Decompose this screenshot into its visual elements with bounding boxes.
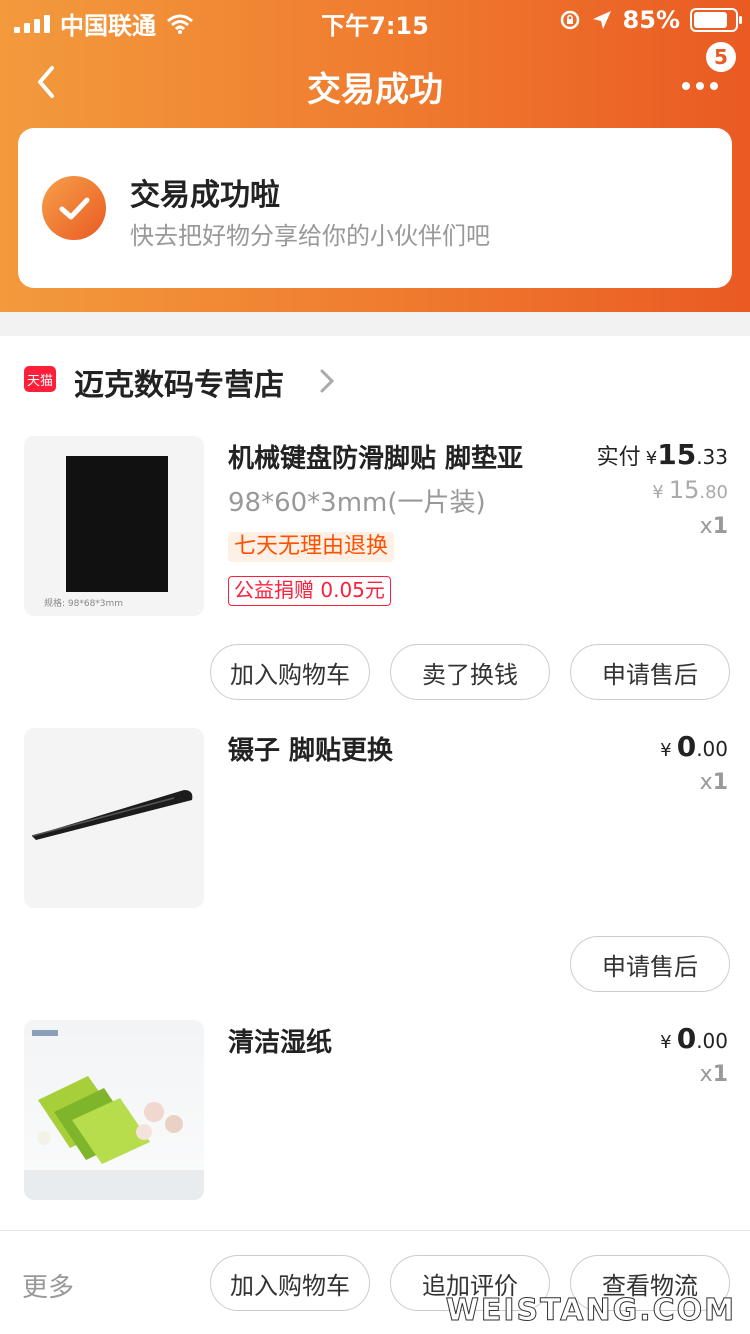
qty-prefix: x [699, 770, 713, 795]
add-to-cart-button[interactable]: 加入购物车 [210, 1255, 370, 1311]
price-integer: 0 [676, 730, 697, 763]
item-quantity: x1 [700, 770, 728, 795]
more-menu-button[interactable]: 5 [682, 42, 736, 106]
page-title: 交易成功 [307, 70, 443, 110]
item-quantity: x1 [700, 514, 728, 539]
item-title[interactable]: 机械键盘防滑脚贴 脚垫亚 [228, 438, 523, 475]
currency-symbol: ¥ [660, 740, 672, 761]
check-circle-icon [42, 176, 106, 240]
price-decimal: .00 [696, 737, 728, 761]
tmall-logo-icon: 天猫 [24, 366, 56, 392]
more-actions-link[interactable]: 更多 [22, 1267, 74, 1304]
wipes-packages-shape [24, 1030, 204, 1200]
image-caption: 规格: 98*68*3mm [44, 599, 124, 609]
black-pad-shape [66, 456, 168, 592]
item-title[interactable]: 清洁湿纸 [228, 1022, 332, 1059]
order-detail-page: 中国联通 下午7:15 85% 交易成功 5 交易成功啦 快去把好物分享给你的小… [0, 0, 750, 1334]
status-right: 85% [559, 6, 742, 34]
price-integer: 15 [657, 438, 697, 471]
charity-tag: 公益捐赠 0.05元 [228, 576, 391, 606]
currency-symbol: ¥ [652, 482, 664, 503]
item-title[interactable]: 镊子 脚贴更换 [228, 730, 393, 767]
item-spec: 98*60*3mm(一片装) [228, 488, 486, 518]
message-badge: 5 [706, 42, 736, 72]
original-price: ¥ 15.80 [652, 476, 728, 504]
success-title: 交易成功啦 [130, 178, 280, 213]
orig-decimal: .80 [699, 482, 728, 503]
add-to-cart-button[interactable]: 加入购物车 [210, 644, 370, 700]
sell-for-cash-button[interactable]: 卖了换钱 [390, 644, 550, 700]
rotation-lock-icon [560, 10, 579, 30]
more-dots-icon [682, 82, 718, 90]
shop-name[interactable]: 迈克数码专营店 [74, 360, 284, 404]
product-image-tweezers[interactable] [24, 728, 204, 908]
item-price: ¥ 0.00 [660, 1022, 728, 1055]
after-sales-button[interactable]: 申请售后 [570, 644, 730, 700]
qty-value: 1 [712, 770, 728, 795]
price-integer: 0 [676, 1022, 697, 1055]
return-policy-tag: 七天无理由退换 [228, 532, 395, 562]
price-decimal: .33 [696, 445, 728, 469]
product-image-keyboard-pad[interactable]: 规格: 98*68*3mm [24, 436, 204, 616]
battery-icon [690, 8, 742, 32]
section-divider [0, 312, 750, 336]
qty-value: 1 [712, 1062, 728, 1087]
paid-label: 实付 [596, 445, 641, 470]
currency-symbol: ¥ [645, 448, 658, 469]
item-price: ¥ 0.00 [660, 730, 728, 763]
currency-symbol: ¥ [660, 1032, 672, 1053]
orig-integer: 15 [668, 476, 700, 504]
paid-price: 实付 ¥15.33 [597, 438, 728, 471]
qty-prefix: x [699, 514, 713, 539]
tweezers-shape [31, 790, 193, 840]
item-quantity: x1 [700, 1062, 728, 1087]
watermark-text: WEISTANG.COM [445, 1293, 736, 1329]
qty-prefix: x [699, 1062, 713, 1087]
qty-value: 1 [712, 514, 728, 539]
status-bar: 中国联通 下午7:15 85% [0, 0, 750, 40]
nav-bar: 交易成功 5 [0, 40, 750, 128]
location-arrow-icon [592, 11, 611, 29]
battery-percent: 85% [622, 6, 680, 34]
chevron-right-icon [320, 369, 335, 393]
price-decimal: .00 [696, 1029, 728, 1053]
success-card: 交易成功啦 快去把好物分享给你的小伙伴们吧 [18, 128, 732, 288]
after-sales-button[interactable]: 申请售后 [570, 936, 730, 992]
shop-header[interactable]: 天猫 迈克数码专营店 [0, 336, 750, 416]
success-subtitle: 快去把好物分享给你的小伙伴们吧 [130, 222, 490, 250]
product-image-wipes[interactable] [24, 1020, 204, 1200]
